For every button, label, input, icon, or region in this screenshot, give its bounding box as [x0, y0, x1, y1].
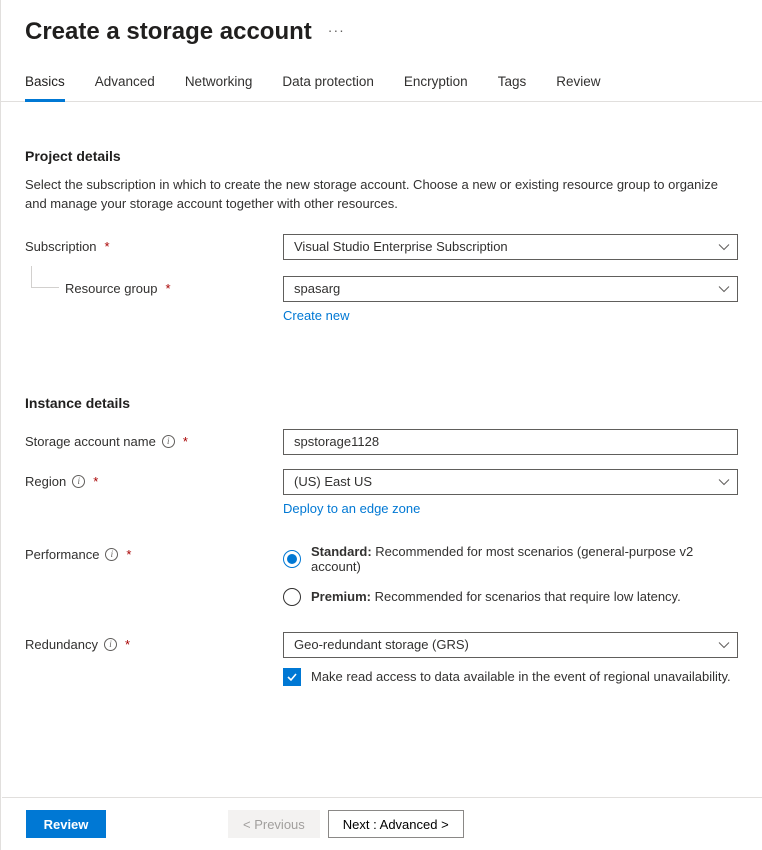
tab-data-protection[interactable]: Data protection: [282, 70, 374, 102]
region-label: Region: [25, 474, 66, 489]
info-icon[interactable]: i: [162, 435, 175, 448]
create-new-link[interactable]: Create new: [283, 308, 349, 323]
performance-standard-label: Standard: Recommended for most scenarios…: [311, 544, 738, 574]
performance-label: Performance: [25, 547, 99, 562]
tab-networking[interactable]: Networking: [185, 70, 253, 102]
tree-line: [31, 266, 59, 288]
page-title: Create a storage account: [25, 18, 312, 46]
tab-encryption[interactable]: Encryption: [404, 70, 468, 102]
tab-review[interactable]: Review: [556, 70, 600, 102]
required-marker: *: [93, 474, 98, 489]
tab-basics[interactable]: Basics: [25, 70, 65, 102]
subscription-dropdown[interactable]: Visual Studio Enterprise Subscription: [283, 234, 738, 260]
read-access-checkbox-row[interactable]: Make read access to data available in th…: [283, 668, 738, 686]
resource-group-label: Resource group: [65, 281, 158, 296]
region-value: (US) East US: [294, 474, 372, 489]
read-access-label: Make read access to data available in th…: [311, 669, 731, 684]
storage-name-value: spstorage1128: [294, 434, 379, 449]
redundancy-value: Geo-redundant storage (GRS): [294, 637, 469, 652]
tab-advanced[interactable]: Advanced: [95, 70, 155, 102]
checkbox-checked-icon: [283, 668, 301, 686]
ellipsis-icon[interactable]: ···: [328, 22, 345, 42]
redundancy-dropdown[interactable]: Geo-redundant storage (GRS): [283, 632, 738, 658]
performance-premium-radio[interactable]: Premium: Recommended for scenarios that …: [283, 586, 738, 606]
required-marker: *: [125, 637, 130, 652]
radio-unselected-icon: [283, 588, 301, 606]
resource-group-dropdown[interactable]: spasarg: [283, 276, 738, 302]
review-button[interactable]: Review: [26, 810, 106, 838]
required-marker: *: [105, 239, 110, 254]
storage-name-label: Storage account name: [25, 434, 156, 449]
radio-selected-icon: [283, 550, 301, 568]
info-icon[interactable]: i: [104, 638, 117, 651]
required-marker: *: [166, 281, 171, 296]
tab-strip: Basics Advanced Networking Data protecti…: [1, 46, 762, 102]
project-details-desc: Select the subscription in which to crea…: [25, 176, 725, 214]
required-marker: *: [183, 434, 188, 449]
info-icon[interactable]: i: [105, 548, 118, 561]
performance-premium-label: Premium: Recommended for scenarios that …: [311, 589, 681, 604]
required-marker: *: [126, 547, 131, 562]
instance-details-title: Instance details: [25, 395, 738, 411]
edge-zone-link[interactable]: Deploy to an edge zone: [283, 501, 420, 516]
next-button[interactable]: Next : Advanced >: [328, 810, 464, 838]
resource-group-value: spasarg: [294, 281, 340, 296]
info-icon[interactable]: i: [72, 475, 85, 488]
storage-name-input[interactable]: spstorage1128: [283, 429, 738, 455]
redundancy-label: Redundancy: [25, 637, 98, 652]
project-details-title: Project details: [25, 148, 738, 164]
region-dropdown[interactable]: (US) East US: [283, 469, 738, 495]
performance-standard-radio[interactable]: Standard: Recommended for most scenarios…: [283, 542, 738, 574]
subscription-value: Visual Studio Enterprise Subscription: [294, 239, 508, 254]
previous-button: < Previous: [228, 810, 320, 838]
subscription-label: Subscription: [25, 239, 97, 254]
tab-tags[interactable]: Tags: [498, 70, 527, 102]
